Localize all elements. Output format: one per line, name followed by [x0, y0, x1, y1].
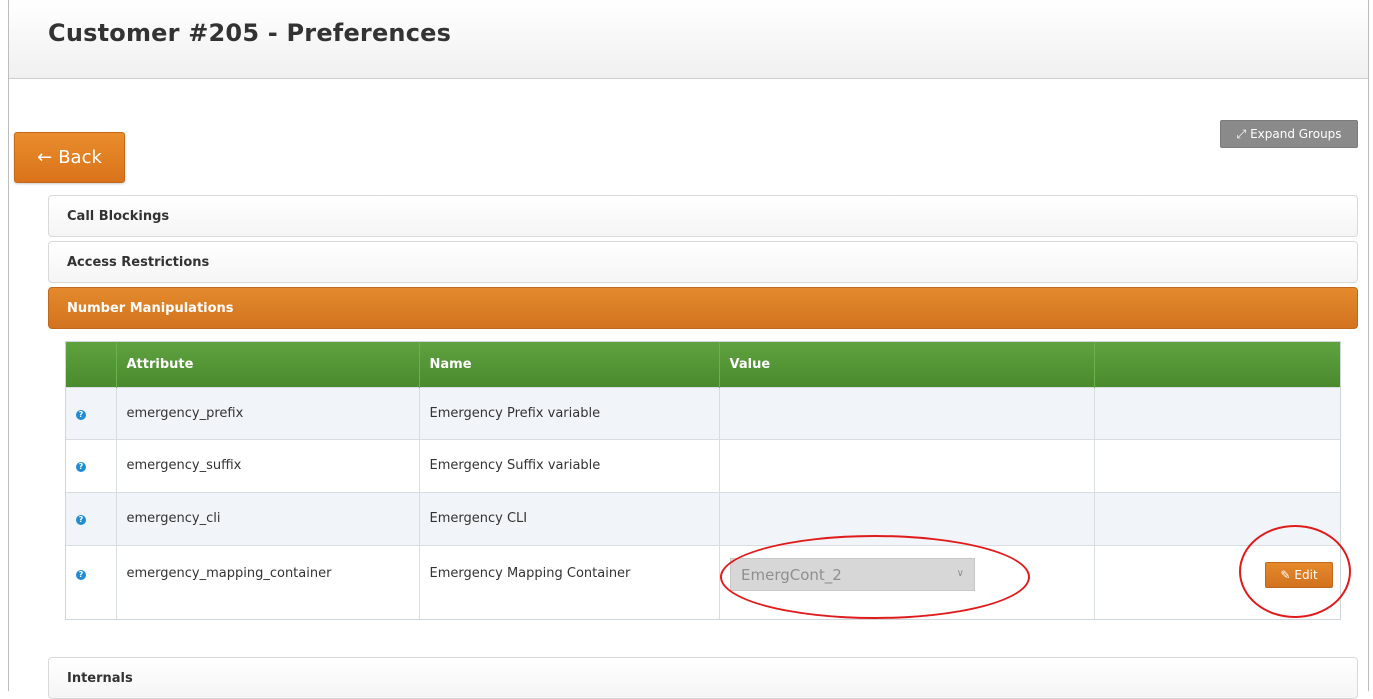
highlight-ellipse	[720, 535, 1030, 619]
header-attribute: Attribute	[116, 342, 420, 387]
header-actions	[1094, 342, 1340, 387]
preferences-panel: Customer #205 - Preferences ← Back ⤢ Exp…	[8, 0, 1369, 699]
header-value: Value	[719, 342, 1095, 387]
table-row: ? emergency_cli Emergency CLI	[66, 491, 1340, 545]
page-header: Customer #205 - Preferences	[9, 0, 1368, 79]
arrow-left-icon: ←	[37, 147, 53, 168]
header-name: Name	[419, 342, 720, 387]
group-number-manipulations[interactable]: Number Manipulations	[48, 287, 1358, 329]
group-access-restrictions[interactable]: Access Restrictions	[48, 241, 1358, 283]
back-button[interactable]: ← Back	[14, 132, 125, 183]
group-label: Call Blockings	[67, 208, 170, 224]
question-circle-icon[interactable]: ?	[76, 409, 86, 420]
question-circle-icon[interactable]: ?	[76, 515, 86, 525]
question-circle-icon[interactable]: ?	[76, 569, 86, 580]
table-row: ? emergency_suffix Emergency Suffix vari…	[66, 438, 1340, 492]
page-title: Customer #205 - Preferences	[48, 19, 452, 47]
expand-groups-label: Expand Groups	[1250, 127, 1342, 141]
value-cell	[719, 438, 1095, 492]
header-info	[66, 342, 117, 387]
back-button-label: Back	[58, 147, 102, 168]
value-cell	[719, 386, 1095, 439]
highlight-ellipse	[1239, 525, 1351, 618]
name-cell: Emergency CLI	[419, 491, 720, 545]
attribute-cell: emergency_suffix	[116, 438, 420, 492]
actions-cell	[1094, 386, 1340, 439]
table-row: ? emergency_mapping_container Emergency …	[66, 544, 1340, 619]
name-cell: Emergency Prefix variable	[419, 386, 720, 439]
attribute-cell: emergency_mapping_container	[116, 544, 420, 619]
group-label: Internals	[67, 670, 133, 686]
attribute-cell: emergency_prefix	[116, 386, 420, 439]
table-header-row: Attribute Name Value	[66, 342, 1340, 387]
group-label: Number Manipulations	[67, 300, 234, 316]
group-internals[interactable]: Internals	[48, 657, 1358, 699]
preferences-table: Attribute Name Value ? emergency_prefix …	[65, 341, 1351, 620]
expand-groups-button[interactable]: ⤢ Expand Groups	[1220, 120, 1358, 148]
expand-arrows-icon: ⤢	[1236, 126, 1247, 141]
group-label: Access Restrictions	[67, 254, 210, 270]
attribute-cell: emergency_cli	[116, 491, 420, 545]
actions-cell	[1094, 438, 1340, 492]
name-cell: Emergency Mapping Container	[419, 544, 720, 619]
group-call-blockings[interactable]: Call Blockings	[48, 195, 1358, 237]
question-circle-icon[interactable]: ?	[76, 462, 86, 472]
table-row: ? emergency_prefix Emergency Prefix vari…	[66, 386, 1340, 439]
name-cell: Emergency Suffix variable	[419, 438, 720, 492]
